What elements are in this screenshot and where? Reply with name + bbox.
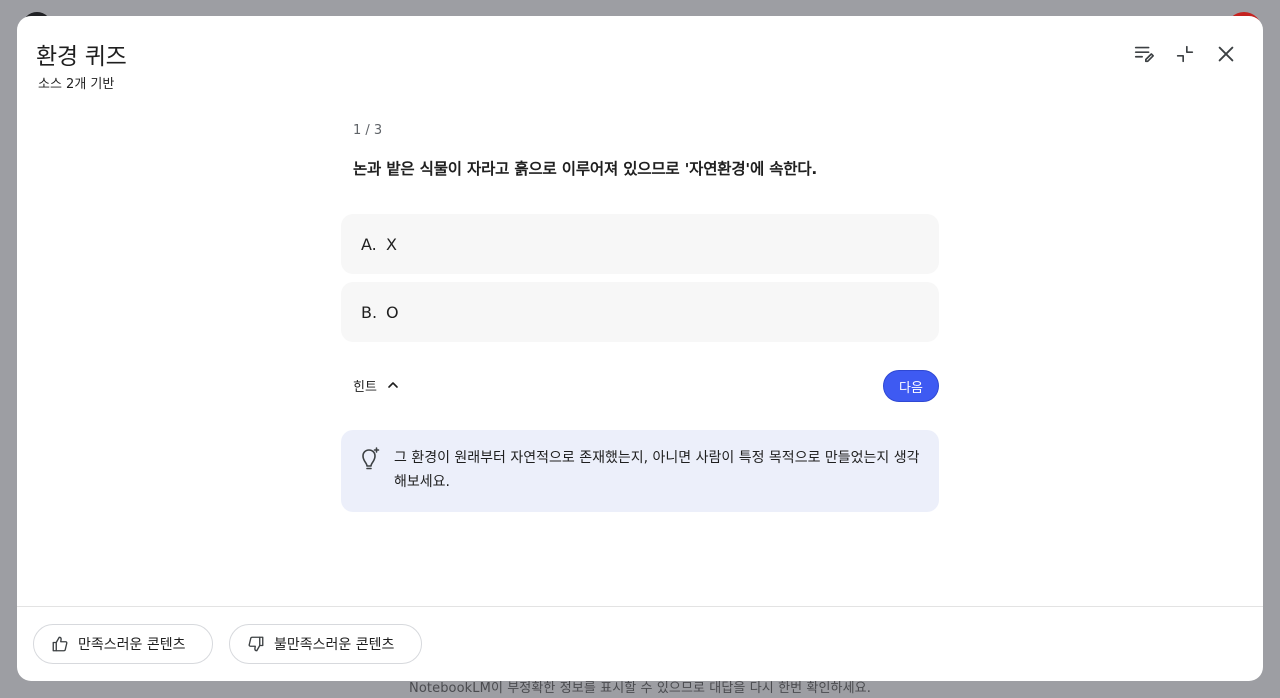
dislike-content-button[interactable]: 불만족스러운 콘텐츠 <box>229 624 422 664</box>
question-text: 논과 밭은 식물이 자라고 흙으로 이루어져 있으므로 '자연환경'에 속한다. <box>353 160 818 178</box>
thumbs-up-icon <box>52 636 68 652</box>
quiz-dialog: 환경 퀴즈 소스 2개 기반 1 / 3 논과 밭은 식물이 자라고 흙으로 이… <box>17 16 1263 681</box>
close-button[interactable] <box>1210 38 1242 70</box>
option-letter: A. <box>361 234 377 254</box>
hint-toggle[interactable]: 힌트 <box>353 372 401 398</box>
footer-divider <box>17 606 1263 607</box>
like-content-button[interactable]: 만족스러운 콘텐츠 <box>33 624 213 664</box>
option-letter: B. <box>361 302 378 322</box>
next-button[interactable]: 다음 <box>883 370 939 402</box>
thumbs-down-icon <box>248 636 264 652</box>
hint-text: 그 환경이 원래부터 자연적으로 존재했는지, 아니면 사람이 특정 목적으로 … <box>394 450 920 490</box>
like-label: 만족스러운 콘텐츠 <box>78 637 186 653</box>
lightbulb-icon <box>362 447 380 470</box>
answer-option-a[interactable]: A. X <box>341 214 939 274</box>
chevron-up-icon <box>388 382 398 388</box>
hint-label: 힌트 <box>353 379 377 395</box>
collapse-button[interactable] <box>1169 38 1201 70</box>
dialog-title: 환경 퀴즈 <box>36 44 127 70</box>
hint-panel: 그 환경이 원래부터 자연적으로 존재했는지, 아니면 사람이 특정 목적으로 … <box>341 430 939 512</box>
option-text: X <box>386 234 397 254</box>
option-text: O <box>386 302 399 322</box>
edit-notes-button[interactable] <box>1128 38 1160 70</box>
dialog-subtitle: 소스 2개 기반 <box>38 77 115 92</box>
collapse-icon <box>1176 45 1194 63</box>
edit-notes-icon <box>1134 46 1154 63</box>
question-counter: 1 / 3 <box>353 123 383 138</box>
answer-option-b[interactable]: B. O <box>341 282 939 342</box>
dislike-label: 불만족스러운 콘텐츠 <box>274 637 395 653</box>
close-icon <box>1218 46 1234 62</box>
